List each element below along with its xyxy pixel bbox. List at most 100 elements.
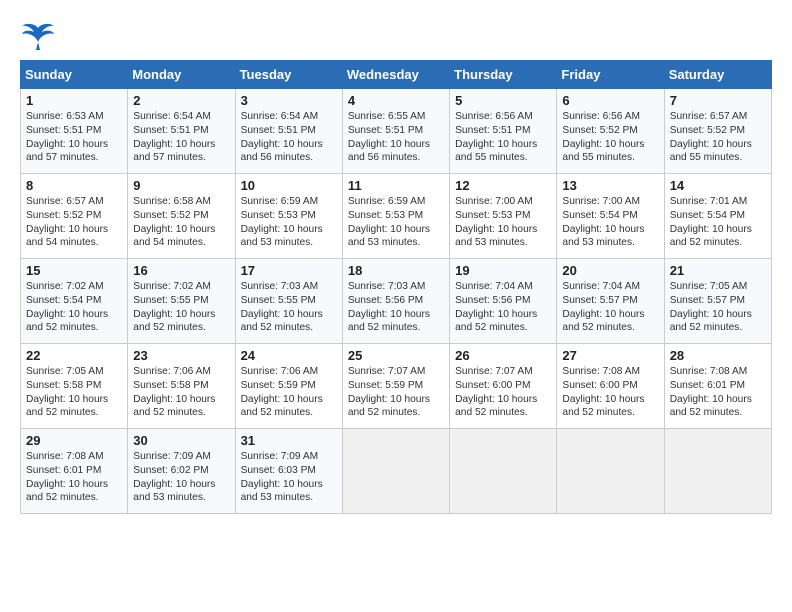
day-info: Sunrise: 7:09 AM Sunset: 6:03 PM Dayligh… <box>241 450 337 505</box>
calendar-cell: 30Sunrise: 7:09 AM Sunset: 6:02 PM Dayli… <box>128 429 235 514</box>
calendar-cell: 4 Sunrise: 6:55 AM Sunset: 5:51 PM Daylig… <box>342 89 449 174</box>
day-info: Sunrise: 6:56 AM Sunset: 5:52 PM Dayligh… <box>562 110 658 165</box>
day-info: Sunrise: 7:06 AM Sunset: 5:59 PM Dayligh… <box>241 365 337 420</box>
day-number: 1 <box>26 93 122 108</box>
day-info: Sunrise: 7:08 AM Sunset: 6:00 PM Dayligh… <box>562 365 658 420</box>
day-number: 11 <box>348 178 444 193</box>
calendar-cell: 20 Sunrise: 7:04 AM Sunset: 5:57 PM Dayli… <box>557 259 664 344</box>
calendar-cell: 14Sunrise: 7:01 AM Sunset: 5:54 PM Dayli… <box>664 174 771 259</box>
calendar-cell: 13Sunrise: 7:00 AM Sunset: 5:54 PM Dayli… <box>557 174 664 259</box>
calendar-cell: 11 Sunrise: 6:59 AM Sunset: 5:53 PM Dayli… <box>342 174 449 259</box>
calendar-cell: 29 Sunrise: 7:08 AM Sunset: 6:01 PM Dayli… <box>21 429 128 514</box>
day-number: 10 <box>241 178 337 193</box>
day-number: 26 <box>455 348 551 363</box>
calendar-cell: 19 Sunrise: 7:04 AM Sunset: 5:56 PM Dayli… <box>450 259 557 344</box>
header-friday: Friday <box>557 61 664 89</box>
day-info: Sunrise: 6:53 AM Sunset: 5:51 PM Dayligh… <box>26 110 122 165</box>
calendar-cell <box>342 429 449 514</box>
day-number: 21 <box>670 263 766 278</box>
calendar-table: SundayMondayTuesdayWednesdayThursdayFrid… <box>20 60 772 514</box>
day-info: Sunrise: 7:00 AM Sunset: 5:53 PM Dayligh… <box>455 195 551 250</box>
calendar-cell: 16 Sunrise: 7:02 AM Sunset: 5:55 PM Dayli… <box>128 259 235 344</box>
calendar-cell: 23Sunrise: 7:06 AM Sunset: 5:58 PM Dayli… <box>128 344 235 429</box>
header-saturday: Saturday <box>664 61 771 89</box>
day-info: Sunrise: 6:59 AM Sunset: 5:53 PM Dayligh… <box>348 195 444 250</box>
day-info: Sunrise: 7:00 AM Sunset: 5:54 PM Dayligh… <box>562 195 658 250</box>
day-number: 9 <box>133 178 229 193</box>
calendar-cell <box>450 429 557 514</box>
calendar-cell: 7 Sunrise: 6:57 AM Sunset: 5:52 PM Daylig… <box>664 89 771 174</box>
calendar-header-row: SundayMondayTuesdayWednesdayThursdayFrid… <box>21 61 772 89</box>
day-info: Sunrise: 7:04 AM Sunset: 5:57 PM Dayligh… <box>562 280 658 335</box>
day-number: 17 <box>241 263 337 278</box>
day-info: Sunrise: 7:05 AM Sunset: 5:58 PM Dayligh… <box>26 365 122 420</box>
day-info: Sunrise: 6:57 AM Sunset: 5:52 PM Dayligh… <box>26 195 122 250</box>
page-header <box>20 20 772 50</box>
calendar-cell <box>664 429 771 514</box>
calendar-cell <box>557 429 664 514</box>
day-info: Sunrise: 7:01 AM Sunset: 5:54 PM Dayligh… <box>670 195 766 250</box>
day-number: 31 <box>241 433 337 448</box>
day-info: Sunrise: 6:58 AM Sunset: 5:52 PM Dayligh… <box>133 195 229 250</box>
day-info: Sunrise: 7:08 AM Sunset: 6:01 PM Dayligh… <box>26 450 122 505</box>
header-thursday: Thursday <box>450 61 557 89</box>
day-info: Sunrise: 7:03 AM Sunset: 5:55 PM Dayligh… <box>241 280 337 335</box>
day-info: Sunrise: 7:08 AM Sunset: 6:01 PM Dayligh… <box>670 365 766 420</box>
calendar-cell: 10 Sunrise: 6:59 AM Sunset: 5:53 PM Dayli… <box>235 174 342 259</box>
calendar-cell: 2Sunrise: 6:54 AM Sunset: 5:51 PM Daylig… <box>128 89 235 174</box>
day-number: 12 <box>455 178 551 193</box>
calendar-cell: 3 Sunrise: 6:54 AM Sunset: 5:51 PM Daylig… <box>235 89 342 174</box>
day-info: Sunrise: 7:09 AM Sunset: 6:02 PM Dayligh… <box>133 450 229 505</box>
calendar-cell: 26 Sunrise: 7:07 AM Sunset: 6:00 PM Dayli… <box>450 344 557 429</box>
week-row-4: 22 Sunrise: 7:05 AM Sunset: 5:58 PM Dayli… <box>21 344 772 429</box>
calendar-cell: 21 Sunrise: 7:05 AM Sunset: 5:57 PM Dayli… <box>664 259 771 344</box>
day-info: Sunrise: 6:54 AM Sunset: 5:51 PM Dayligh… <box>241 110 337 165</box>
day-number: 15 <box>26 263 122 278</box>
header-wednesday: Wednesday <box>342 61 449 89</box>
day-number: 2 <box>133 93 229 108</box>
calendar-cell: 24Sunrise: 7:06 AM Sunset: 5:59 PM Dayli… <box>235 344 342 429</box>
day-info: Sunrise: 7:05 AM Sunset: 5:57 PM Dayligh… <box>670 280 766 335</box>
day-number: 8 <box>26 178 122 193</box>
week-row-3: 15 Sunrise: 7:02 AM Sunset: 5:54 PM Dayli… <box>21 259 772 344</box>
day-number: 3 <box>241 93 337 108</box>
day-number: 22 <box>26 348 122 363</box>
day-number: 20 <box>562 263 658 278</box>
day-info: Sunrise: 7:03 AM Sunset: 5:56 PM Dayligh… <box>348 280 444 335</box>
day-number: 16 <box>133 263 229 278</box>
calendar-cell: 28 Sunrise: 7:08 AM Sunset: 6:01 PM Dayli… <box>664 344 771 429</box>
day-number: 29 <box>26 433 122 448</box>
day-number: 25 <box>348 348 444 363</box>
calendar-cell: 31 Sunrise: 7:09 AM Sunset: 6:03 PM Dayli… <box>235 429 342 514</box>
day-info: Sunrise: 6:55 AM Sunset: 5:51 PM Dayligh… <box>348 110 444 165</box>
calendar-cell: 9 Sunrise: 6:58 AM Sunset: 5:52 PM Daylig… <box>128 174 235 259</box>
day-info: Sunrise: 7:07 AM Sunset: 6:00 PM Dayligh… <box>455 365 551 420</box>
day-info: Sunrise: 6:59 AM Sunset: 5:53 PM Dayligh… <box>241 195 337 250</box>
day-info: Sunrise: 7:04 AM Sunset: 5:56 PM Dayligh… <box>455 280 551 335</box>
day-number: 23 <box>133 348 229 363</box>
calendar-cell: 22 Sunrise: 7:05 AM Sunset: 5:58 PM Dayli… <box>21 344 128 429</box>
day-info: Sunrise: 6:56 AM Sunset: 5:51 PM Dayligh… <box>455 110 551 165</box>
day-number: 19 <box>455 263 551 278</box>
calendar-cell: 1 Sunrise: 6:53 AM Sunset: 5:51 PM Daylig… <box>21 89 128 174</box>
day-number: 7 <box>670 93 766 108</box>
calendar-cell: 8 Sunrise: 6:57 AM Sunset: 5:52 PM Daylig… <box>21 174 128 259</box>
day-number: 28 <box>670 348 766 363</box>
day-info: Sunrise: 7:02 AM Sunset: 5:54 PM Dayligh… <box>26 280 122 335</box>
calendar-cell: 12 Sunrise: 7:00 AM Sunset: 5:53 PM Dayli… <box>450 174 557 259</box>
day-number: 18 <box>348 263 444 278</box>
calendar-cell: 6 Sunrise: 6:56 AM Sunset: 5:52 PM Daylig… <box>557 89 664 174</box>
week-row-5: 29 Sunrise: 7:08 AM Sunset: 6:01 PM Dayli… <box>21 429 772 514</box>
calendar-cell: 25Sunrise: 7:07 AM Sunset: 5:59 PM Dayli… <box>342 344 449 429</box>
week-row-1: 1 Sunrise: 6:53 AM Sunset: 5:51 PM Daylig… <box>21 89 772 174</box>
logo <box>20 20 60 50</box>
day-number: 4 <box>348 93 444 108</box>
calendar-cell: 5Sunrise: 6:56 AM Sunset: 5:51 PM Daylig… <box>450 89 557 174</box>
day-number: 6 <box>562 93 658 108</box>
calendar-cell: 27Sunrise: 7:08 AM Sunset: 6:00 PM Dayli… <box>557 344 664 429</box>
day-info: Sunrise: 6:57 AM Sunset: 5:52 PM Dayligh… <box>670 110 766 165</box>
calendar-cell: 15 Sunrise: 7:02 AM Sunset: 5:54 PM Dayli… <box>21 259 128 344</box>
header-monday: Monday <box>128 61 235 89</box>
calendar-cell: 18 Sunrise: 7:03 AM Sunset: 5:56 PM Dayli… <box>342 259 449 344</box>
day-info: Sunrise: 7:02 AM Sunset: 5:55 PM Dayligh… <box>133 280 229 335</box>
